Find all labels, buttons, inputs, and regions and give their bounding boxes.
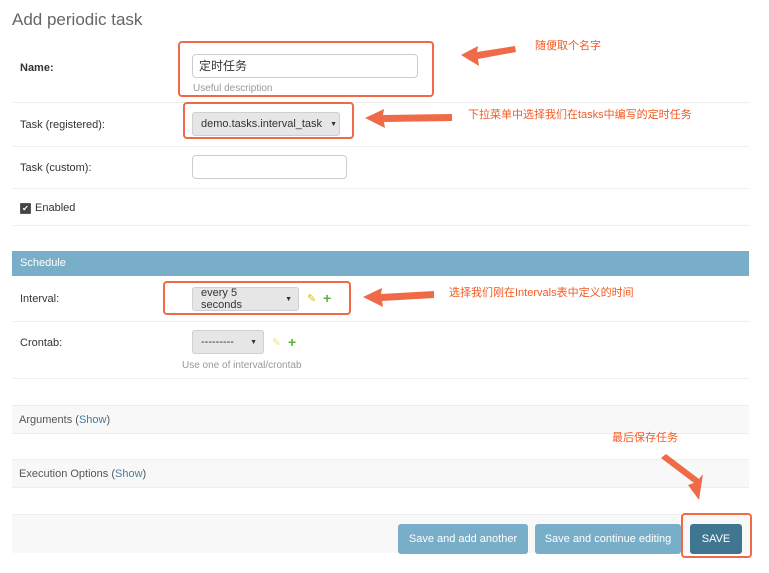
annotation-name: 随便取个名字	[535, 40, 601, 52]
arrow-to-name	[461, 46, 516, 66]
arrow-to-task	[365, 109, 452, 128]
annotation-task: 下拉菜单中选择我们在tasks中编写的定时任务	[468, 109, 692, 121]
annotation-save: 最后保存任务	[612, 432, 678, 444]
annotation-interval: 选择我们刚在Intervals表中定义的时间	[449, 287, 634, 299]
arrow-to-interval	[363, 288, 434, 307]
arrow-to-save	[661, 454, 703, 500]
annotation-arrows	[363, 46, 703, 500]
